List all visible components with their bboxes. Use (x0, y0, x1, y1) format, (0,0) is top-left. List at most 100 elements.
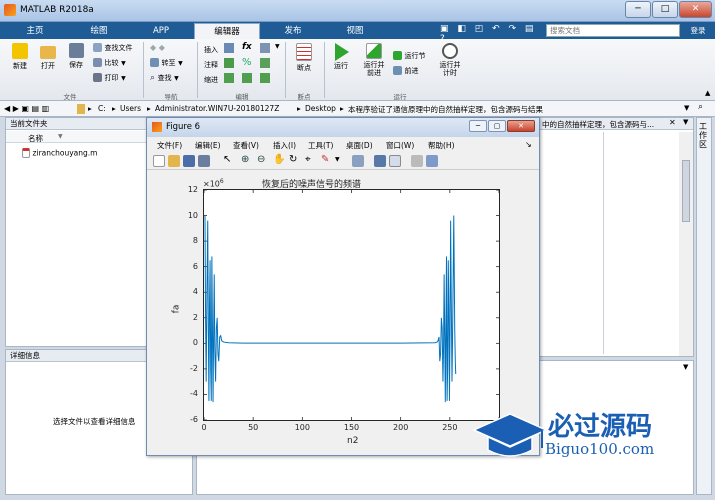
address-sep-icon: ▸ (340, 104, 344, 113)
panel-close-icon[interactable]: ✕ (669, 118, 676, 127)
run-section-button[interactable]: 运行节 (393, 51, 426, 61)
tab-publish[interactable]: 发布 (262, 23, 324, 39)
editor-ribbon: 新建 打开 保存 查找文件 比较 ▼ 打印 ▼ 文件 ◆ ◆ 转至 ▼ ⌕ 查找… (0, 39, 715, 101)
goto-button[interactable]: 转至 ▼ (150, 58, 183, 68)
breakpoints-button[interactable]: 断点 (292, 43, 316, 73)
group-label-nav: 导航 (164, 93, 178, 101)
graduation-cap-icon (472, 413, 548, 457)
breakpoints-icon (296, 43, 312, 61)
group-label-edit: 编辑 (235, 93, 249, 101)
tab-plots[interactable]: 绘图 (68, 23, 130, 39)
comment-button[interactable]: 注释 (204, 60, 218, 70)
advance-button[interactable]: 前进 (393, 66, 419, 76)
nav-back-forward-icon[interactable]: ◆ ◆ (150, 43, 180, 53)
details-hint: 选择文件以查看详细信息 (53, 417, 136, 426)
watermark: 必过源码 Biguo100.com (470, 402, 710, 472)
search-docs-input[interactable]: 搜索文档 (546, 24, 680, 37)
stopwatch-icon (442, 43, 458, 59)
x-tick-label: 0 (201, 423, 207, 432)
close-button[interactable]: ✕ (679, 1, 712, 18)
address-sep-icon: ▸ (297, 104, 301, 113)
ribbon-separator (143, 42, 144, 98)
open-button[interactable]: 打开 (38, 43, 58, 71)
editor-scrollbar[interactable] (679, 132, 693, 356)
editor-margin-line (603, 132, 604, 354)
login-button[interactable]: 登录 (683, 24, 713, 37)
editor-tab-title[interactable]: 中的自然抽样定理，包含源码与... (542, 119, 654, 130)
x-tick-label: 200 (393, 423, 409, 432)
smart-indent-icon[interactable] (224, 73, 234, 83)
group-label-breakpoints: 断点 (297, 93, 311, 101)
minimize-button[interactable]: ─ (625, 1, 651, 18)
insert-section-icon[interactable] (224, 43, 234, 53)
tab-editor[interactable]: 编辑器 (194, 23, 260, 39)
tab-home[interactable]: 主页 (2, 23, 68, 39)
watermark-url-text: Biguo100.com (545, 440, 655, 458)
search-folder-icon[interactable]: ⌕ (698, 102, 703, 112)
magnifier-icon: ⌕ (150, 73, 156, 83)
address-dropdown-icon[interactable]: ▼ (684, 104, 689, 112)
maximize-button[interactable]: □ (652, 1, 678, 18)
run-play-icon (335, 43, 349, 61)
folder-icon (77, 104, 85, 114)
tab-apps[interactable]: APP (130, 23, 192, 39)
scrollbar-thumb[interactable] (682, 160, 690, 222)
save-disk-icon (68, 43, 84, 58)
uncomment-icon[interactable] (260, 58, 270, 68)
panel-menu-icon[interactable]: ▼ (683, 118, 688, 126)
run-advance-icon (366, 43, 382, 59)
advance-icon (393, 66, 402, 75)
save-button[interactable]: 保存 (66, 43, 86, 70)
new-button[interactable]: 新建 (10, 43, 30, 71)
increase-indent-icon[interactable] (242, 73, 252, 83)
command-window-menu-icon[interactable]: ▼ (683, 363, 688, 371)
ribbon-separator (324, 42, 325, 98)
watermark-logo-text: 必过源码 (548, 412, 653, 442)
compare-icon (93, 58, 102, 67)
print-button[interactable]: 打印 ▼ (93, 73, 126, 83)
insert-function-icon[interactable] (260, 43, 270, 53)
insert-button[interactable]: 插入 (204, 45, 218, 55)
new-file-icon (12, 43, 28, 59)
quick-access-toolbar[interactable]: ▣ ◧ ◰ ↶ ↷ ▤ ? (440, 24, 540, 44)
address-part-folder[interactable]: 本程序验证了通信原理中的自然抽样定理，包含源码与结果 (348, 104, 543, 115)
address-part-desktop[interactable]: Desktop (305, 104, 336, 113)
sort-icon: ▼ (58, 133, 63, 140)
run-and-time-button[interactable]: 运行并 计时 (436, 43, 464, 77)
x-axis-label: n2 (347, 436, 359, 446)
tab-view[interactable]: 视图 (324, 23, 386, 39)
address-sep-icon: ▸ (88, 104, 92, 113)
group-label-file: 文件 (63, 93, 77, 101)
group-label-run: 运行 (393, 93, 407, 101)
address-sep-icon: ▸ (112, 104, 116, 113)
edit-dropdown-icon[interactable]: ▼ (275, 43, 280, 50)
run-button[interactable]: 运行 (330, 43, 352, 71)
workspace-label[interactable]: 工作区 (699, 122, 709, 149)
comment-icon[interactable] (224, 58, 234, 68)
x-tick-label: 250 (442, 423, 458, 432)
goto-icon (150, 58, 159, 67)
indent-button[interactable]: 缩进 (204, 75, 218, 85)
find-button[interactable]: ⌕ 查找 ▼ (150, 73, 179, 83)
fx-button[interactable]: fx (242, 42, 252, 52)
title-bar: MATLAB R2018a ─ □ ✕ (0, 0, 715, 22)
file-list-item[interactable]: ziranchouyang.m (22, 148, 97, 158)
compare-button[interactable]: 比较 ▼ (93, 58, 126, 68)
address-bar: ◀ ▶ ▣ ▤ ▥ ▸ C: ▸ Users ▸ Administrator.W… (0, 101, 715, 117)
column-name-header[interactable]: 名称 (28, 133, 43, 144)
find-files-button[interactable]: 查找文件 (93, 43, 133, 53)
run-and-advance-button[interactable]: 运行并 前进 (360, 43, 388, 77)
y-axis-label: fa (171, 304, 182, 314)
x-tick-label: 150 (343, 423, 360, 432)
decrease-indent-icon[interactable] (260, 73, 270, 83)
address-drive[interactable]: C: (98, 104, 106, 113)
folder-open-icon (40, 46, 56, 59)
x-tick-label: 100 (294, 423, 310, 432)
address-sep-icon: ▸ (147, 104, 151, 113)
percent-comment-icon[interactable]: % (242, 57, 252, 68)
address-part-users[interactable]: Users (120, 104, 141, 113)
printer-icon (93, 73, 102, 82)
address-part-admin[interactable]: Administrator.WIN7U-20180127Z (155, 104, 279, 113)
nav-buttons-icon[interactable]: ◀ ▶ ▣ ▤ ▥ (4, 104, 49, 113)
collapse-ribbon-icon[interactable]: ▲ (705, 89, 710, 97)
